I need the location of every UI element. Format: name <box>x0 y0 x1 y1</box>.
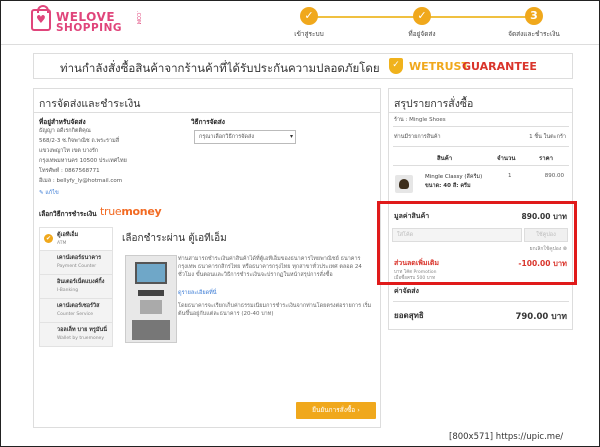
truemoney-b: money <box>121 205 162 218</box>
col-price: ราคา <box>539 155 553 162</box>
coupon-code-input[interactable]: ใส่โค้ด <box>392 228 522 242</box>
divider <box>393 126 569 127</box>
payment-method-name: เคาน์เตอร์ธนาคาร <box>57 255 102 261</box>
truemoney-logo: truemoney <box>100 205 162 218</box>
image-watermark: [800x571] https://upic.me/ <box>449 432 564 442</box>
divider <box>34 112 380 113</box>
edit-address-link[interactable]: ✎ แก้ไข <box>39 189 59 197</box>
site-header: WELOVE SHOPPING .COM ✓ เข้าสู่ระบบ ✓ ที่… <box>1 1 599 45</box>
divider <box>389 112 572 113</box>
guarantee-label: GUARANTEE <box>462 60 537 73</box>
cancel-coupon-link[interactable]: ยกเลิกใช้คูปอง ⊗ <box>530 245 567 253</box>
atm-fee-note: โดยธนาคารจะเรียกเก็บค่าธรรมเนียมการชำระเ… <box>178 303 372 317</box>
discount-value: -100.00 บาท <box>518 259 567 268</box>
step-address: ✓ ที่อยู่จัดส่ง <box>392 7 452 39</box>
payment-method-name: อินเตอร์เน็ตแบงค์กิ้ง <box>57 279 105 285</box>
phone-line: โทรศัพท์ : 0867568771 <box>39 168 100 174</box>
logo-com: .COM <box>135 11 141 25</box>
payment-method-sub: ATM <box>57 241 67 246</box>
shipping-select-value: กรุณาเลือกวิธีการจัดส่ง <box>199 134 255 140</box>
product-thumbnail[interactable] <box>395 175 413 193</box>
atm-keypad <box>140 300 162 314</box>
total-label: ยอดสุทธิ <box>394 311 424 320</box>
payment-method-list: ตู้เอทีเอ็ม ATM เคาน์เตอร์ธนาคาร Payment… <box>39 227 113 347</box>
atm-machine-image <box>125 255 177 343</box>
step-payment: 3 จัดส่งและชำระเงิน <box>504 7 564 39</box>
summary-title: สรุปรายการสั่งซื้อ <box>394 98 474 110</box>
logo-line2: SHOPPING <box>56 22 122 34</box>
subtotal-value: 890.00 บาท <box>521 212 567 221</box>
divider <box>393 301 569 302</box>
atm-instructions: ท่านสามารถชำระเงินค่าสินค้าได้ที่ตู้เอที… <box>178 256 362 278</box>
divider <box>393 165 569 166</box>
order-summary-panel: สรุปรายการสั่งซื้อ ร้าน : Mingle Shoes ท… <box>388 88 573 330</box>
payment-method-wallet[interactable]: วอลเล็ท บาย ทรูมันนี่ Wallet by truemone… <box>39 323 113 347</box>
shipping-method-select[interactable]: กรุณาเลือกวิธีการจัดส่ง ▾ <box>194 130 296 144</box>
site-logo[interactable]: WELOVE SHOPPING .COM <box>31 5 141 35</box>
step-done-icon: ✓ <box>413 7 431 25</box>
item-count-value: 1 ชิ้น ในตะกร้า <box>529 134 566 140</box>
payment-method-atm[interactable]: ตู้เอทีเอ็ม ATM <box>39 227 113 251</box>
payment-method-name: ตู้เอทีเอ็ม <box>57 232 79 238</box>
shop-name: ร้าน : Mingle Shoes <box>394 117 446 123</box>
confirm-order-button[interactable]: ยืนยันการสั่งซื้อ › <box>296 402 376 419</box>
step-done-icon: ✓ <box>300 7 318 25</box>
panel-title: การจัดส่งและชำระเงิน <box>39 98 141 110</box>
step-number: 3 <box>525 7 543 25</box>
email-line: อีเมล : bellyfy_ly@hotmail.com <box>39 178 123 184</box>
payment-method-counter[interactable]: เคาน์เตอร์ธนาคาร Payment Counter <box>39 251 113 275</box>
chevron-down-icon: ▾ <box>289 133 293 140</box>
atm-screen <box>135 262 167 284</box>
truemoney-a: true <box>100 205 122 218</box>
address-line: ธัญญา อดีเรกกิตติคุณ <box>39 128 91 134</box>
step-label: เข้าสู่ระบบ <box>294 30 324 38</box>
payment-method-counter-service[interactable]: เคาน์เตอร์เซอร์วิส Counter Service <box>39 299 113 323</box>
atm-details-link[interactable]: ดูรายละเอียดที่นี่ <box>178 289 217 297</box>
address-line: กรุงเทพมหานคร 10500 ประเทศไทย <box>39 158 127 164</box>
payment-heading: เลือกวิธีการชำระเงิน <box>39 210 97 218</box>
address-line: 568/2-3 ซ.กิจพาณิช ถ.พระรามสี่ <box>39 138 120 144</box>
atm-card-slot <box>138 290 164 296</box>
shipping-payment-panel: การจัดส่งและชำระเงิน ที่อยู่สำหรับจัดส่ง… <box>33 88 381 428</box>
item-count-label: ท่านมีรายการสินค้า <box>394 134 441 140</box>
total-value: 790.00 บาท <box>515 312 567 322</box>
shipping-fee-label: ค่าจัดส่ง <box>394 287 419 295</box>
guarantee-banner: ท่านกำลังสั่งซื้อสินค้าจากร้านค้าที่ได้ร… <box>33 53 573 79</box>
apply-coupon-button[interactable]: ใช้คูปอง <box>524 228 568 242</box>
step-label: จัดส่งและชำระเงิน <box>508 30 560 38</box>
step-label: ที่อยู่จัดส่ง <box>408 30 436 38</box>
shipping-method-heading: วิธีการจัดส่ง <box>191 118 225 126</box>
subtotal-label: มูลค่าสินค้า <box>394 212 430 220</box>
address-heading: ที่อยู่สำหรับจัดส่ง <box>39 118 86 126</box>
payment-method-ibanking[interactable]: อินเตอร์เน็ตแบงค์กิ้ง I-Banking <box>39 275 113 299</box>
payment-method-sub: Wallet by truemoney <box>57 336 104 341</box>
shopping-bag-icon <box>31 5 51 31</box>
divider <box>393 146 569 147</box>
wetrust-label: WETRUST <box>409 60 469 73</box>
atm-base <box>132 320 170 340</box>
payment-method-name: วอลเล็ท บาย ทรูมันนี่ <box>57 327 107 333</box>
col-qty: จำนวน <box>497 155 516 162</box>
payment-method-name: เคาน์เตอร์เซอร์วิส <box>57 303 100 309</box>
payment-method-sub: I-Banking <box>57 288 79 293</box>
divider <box>393 201 569 202</box>
payment-method-sub: Counter Service <box>57 312 94 317</box>
shield-check-icon: ✓ <box>389 58 403 74</box>
payment-method-sub: Payment Counter <box>57 264 97 269</box>
address-line: แขวงพญาไท เขต บางรัก <box>39 148 99 154</box>
banner-text: ท่านกำลังสั่งซื้อสินค้าจากร้านค้าที่ได้ร… <box>60 61 380 75</box>
product-qty: 1 <box>508 173 512 179</box>
step-login: ✓ เข้าสู่ระบบ <box>279 7 339 39</box>
product-variant: ขนาด: 40 สี: ครีม <box>425 183 471 189</box>
atm-heading: เลือกชำระผ่าน ตู้เอทีเอ็ม <box>122 233 227 244</box>
col-product: สินค้า <box>437 155 453 162</box>
discount-note-2: เมื่อซื้อครบ 500 บาท <box>394 276 436 281</box>
product-price: 890.00 <box>544 173 564 179</box>
product-name[interactable]: Mingle Classy (สีครีม) <box>425 173 482 181</box>
